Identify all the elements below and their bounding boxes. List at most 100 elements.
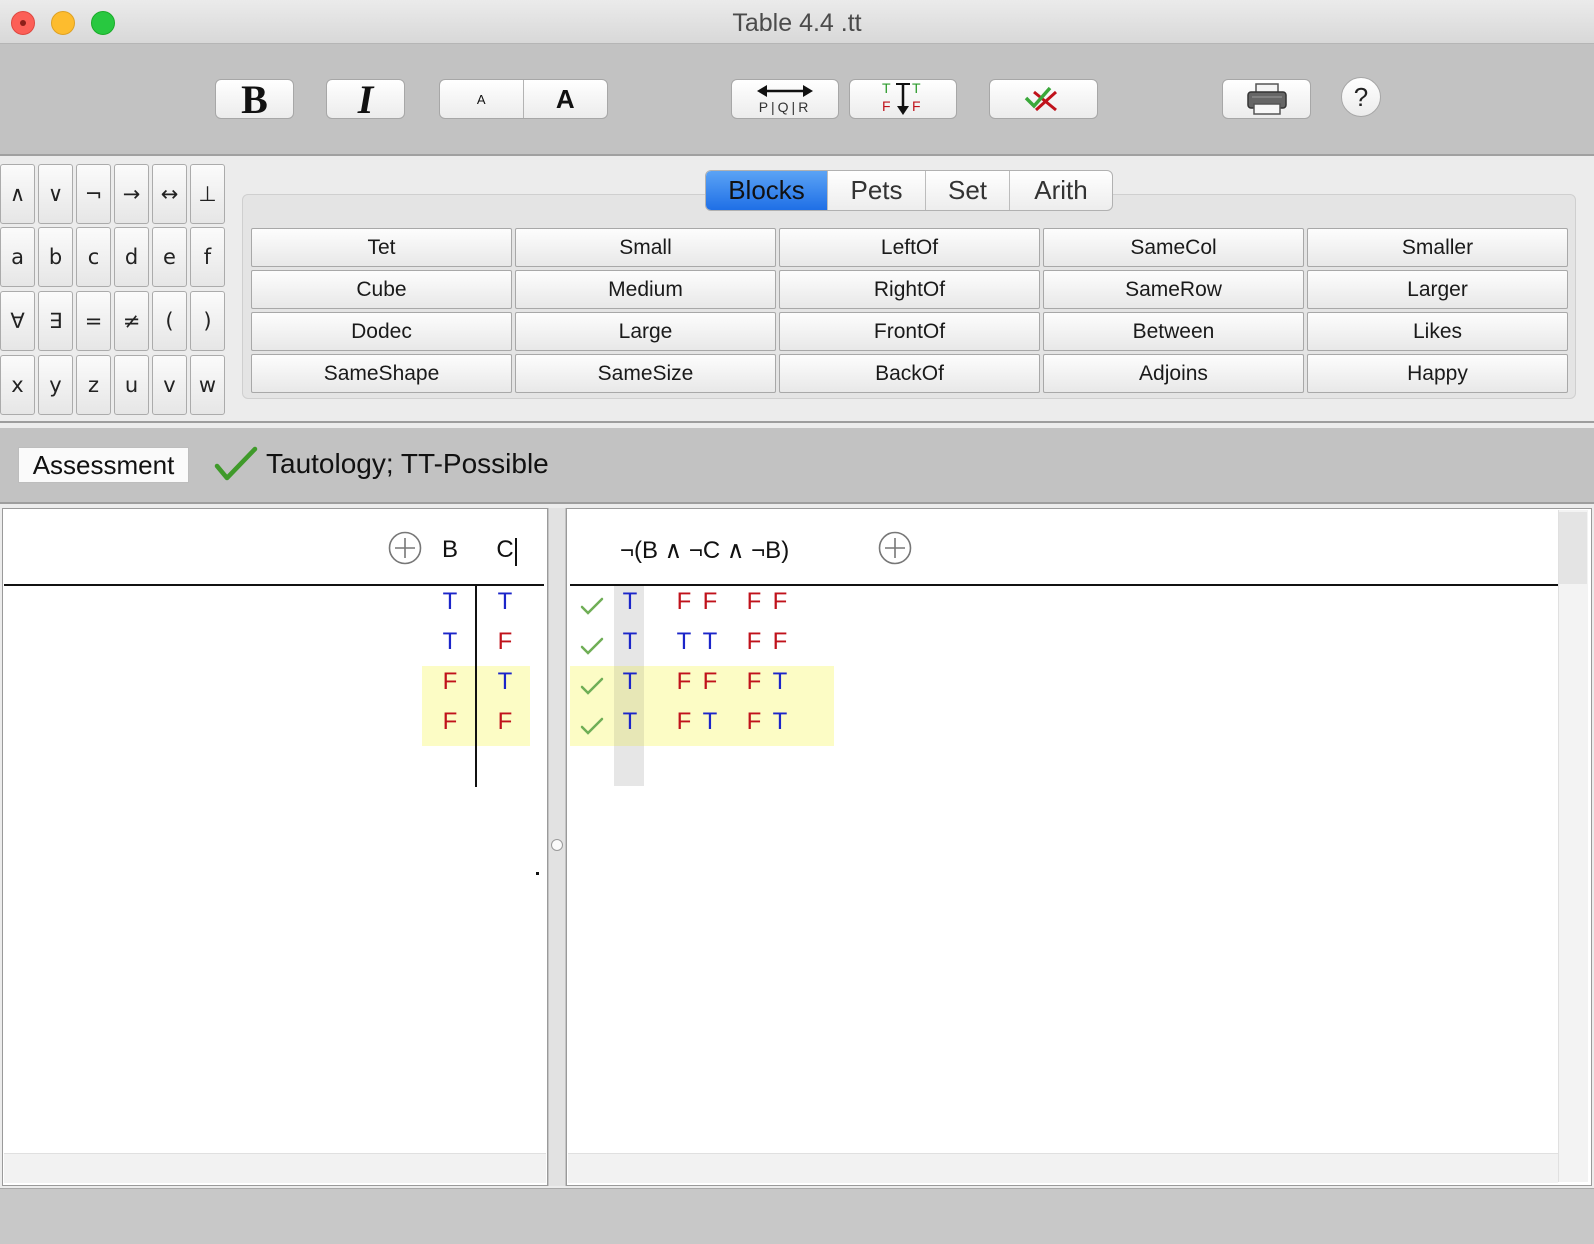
predicate-button[interactable]: LeftOf xyxy=(779,228,1040,267)
help-button[interactable]: ? xyxy=(1341,77,1381,117)
keypad-key[interactable]: b xyxy=(38,227,73,287)
keypad-key[interactable]: ) xyxy=(190,291,225,351)
keypad-key[interactable]: ∃ xyxy=(38,291,73,351)
keypad-key[interactable]: e xyxy=(152,227,187,287)
reference-column-header[interactable]: C xyxy=(495,536,515,564)
increase-font-button[interactable]: A xyxy=(524,80,608,118)
bold-label: B xyxy=(241,76,268,122)
keypad-key[interactable]: ∀ xyxy=(0,291,35,351)
reference-column-header[interactable]: B xyxy=(440,536,460,564)
keypad-key[interactable]: ↔ xyxy=(152,164,187,224)
truth-value-cell[interactable]: T xyxy=(495,588,515,616)
formula-header[interactable]: ¬(B ∧ ¬C ∧ ¬B) xyxy=(620,536,789,565)
predicate-button[interactable]: Smaller xyxy=(1307,228,1568,267)
predicate-button[interactable]: RightOf xyxy=(779,270,1040,309)
truth-value-cell[interactable]: T xyxy=(620,588,640,616)
italic-button[interactable]: I xyxy=(326,77,405,122)
check-cross-icon xyxy=(1024,86,1057,112)
truth-value-cell[interactable]: F xyxy=(744,708,764,736)
predicate-button[interactable]: SameCol xyxy=(1043,228,1304,267)
predicate-button[interactable]: Large xyxy=(515,312,776,351)
truth-value-cell[interactable]: F xyxy=(700,588,720,616)
print-button[interactable] xyxy=(1222,79,1311,119)
keypad-key[interactable]: ( xyxy=(152,291,187,351)
fill-letter: T xyxy=(912,80,921,96)
keypad-key[interactable]: z xyxy=(76,355,111,415)
truth-value-cell[interactable]: T xyxy=(620,708,640,736)
horizontal-scrollbar[interactable] xyxy=(568,1153,1558,1183)
truth-value-cell[interactable]: F xyxy=(744,628,764,656)
vertical-scrollbar[interactable] xyxy=(1558,510,1588,1182)
bold-button[interactable]: B xyxy=(215,77,294,122)
truth-value-cell[interactable]: T xyxy=(674,628,694,656)
predicate-button[interactable]: SameRow xyxy=(1043,270,1304,309)
horizontal-scrollbar[interactable] xyxy=(4,1153,546,1183)
predicate-button[interactable]: FrontOf xyxy=(779,312,1040,351)
tab-pets[interactable]: Pets xyxy=(828,171,926,210)
truth-value-cell[interactable]: F xyxy=(674,668,694,696)
predicate-button[interactable]: Adjoins xyxy=(1043,354,1304,393)
verify-table-button[interactable] xyxy=(989,79,1098,119)
keypad-key[interactable]: d xyxy=(114,227,149,287)
add-formula-icon[interactable] xyxy=(878,531,912,565)
keypad-key[interactable]: ∨ xyxy=(38,164,73,224)
predicate-button[interactable]: Happy xyxy=(1307,354,1568,393)
truth-value-cell[interactable]: T xyxy=(620,668,640,696)
truth-value-cell[interactable]: T xyxy=(440,588,460,616)
keypad-key[interactable]: ¬ xyxy=(76,164,111,224)
truth-value-cell[interactable]: F xyxy=(744,588,764,616)
keypad-key[interactable]: → xyxy=(114,164,149,224)
truth-value-cell[interactable]: T xyxy=(770,708,790,736)
fill-column-button[interactable]: T F T F xyxy=(849,79,957,119)
truth-value-cell[interactable]: F xyxy=(440,668,460,696)
predicate-button[interactable]: Likes xyxy=(1307,312,1568,351)
truth-value-cell[interactable]: T xyxy=(700,708,720,736)
truth-value-cell[interactable]: T xyxy=(700,628,720,656)
divider-handle[interactable] xyxy=(551,839,563,851)
truth-value-cell[interactable]: F xyxy=(744,668,764,696)
predicate-button[interactable]: SameShape xyxy=(251,354,512,393)
predicate-button[interactable]: Medium xyxy=(515,270,776,309)
predicate-button[interactable]: Tet xyxy=(251,228,512,267)
predicate-button[interactable]: Larger xyxy=(1307,270,1568,309)
tab-set[interactable]: Set xyxy=(926,171,1010,210)
printer-icon xyxy=(1246,83,1287,115)
keypad-key[interactable]: u xyxy=(114,355,149,415)
decrease-font-button[interactable]: A xyxy=(440,80,524,118)
truth-value-cell[interactable]: F xyxy=(674,588,694,616)
add-column-button[interactable]: P|Q|R xyxy=(731,79,839,119)
keypad-key[interactable]: w xyxy=(190,355,225,415)
predicate-button[interactable]: Between xyxy=(1043,312,1304,351)
keypad-key[interactable]: = xyxy=(76,291,111,351)
add-sentence-letter-icon[interactable] xyxy=(388,531,422,565)
keypad-key[interactable]: c xyxy=(76,227,111,287)
predicate-button[interactable]: SameSize xyxy=(515,354,776,393)
keypad-key[interactable]: a xyxy=(0,227,35,287)
truth-value-cell[interactable]: T xyxy=(620,628,640,656)
keypad-key[interactable]: f xyxy=(190,227,225,287)
tab-arith[interactable]: Arith xyxy=(1010,171,1112,210)
truth-value-cell[interactable]: F xyxy=(495,708,515,736)
tab-blocks[interactable]: Blocks xyxy=(706,171,828,210)
assessment-button[interactable]: Assessment xyxy=(18,447,189,483)
keypad-key[interactable]: ≠ xyxy=(114,291,149,351)
keypad-key[interactable]: v xyxy=(152,355,187,415)
truth-value-cell[interactable]: F xyxy=(495,628,515,656)
truth-value-cell[interactable]: T xyxy=(440,628,460,656)
predicate-button[interactable]: Small xyxy=(515,228,776,267)
truth-value-cell[interactable]: F xyxy=(770,628,790,656)
keypad-key[interactable]: y xyxy=(38,355,73,415)
truth-value-cell[interactable]: F xyxy=(440,708,460,736)
predicate-button[interactable]: BackOf xyxy=(779,354,1040,393)
keypad-key[interactable]: x xyxy=(0,355,35,415)
truth-value-cell[interactable]: F xyxy=(674,708,694,736)
predicate-button[interactable]: Dodec xyxy=(251,312,512,351)
truth-value-cell[interactable]: T xyxy=(495,668,515,696)
keypad-key[interactable]: ⊥ xyxy=(190,164,225,224)
truth-value-cell[interactable]: F xyxy=(770,588,790,616)
keypad-key[interactable]: ∧ xyxy=(0,164,35,224)
predicate-button[interactable]: Cube xyxy=(251,270,512,309)
truth-value-cell[interactable]: F xyxy=(700,668,720,696)
status-bar xyxy=(0,1188,1594,1244)
truth-value-cell[interactable]: T xyxy=(770,668,790,696)
